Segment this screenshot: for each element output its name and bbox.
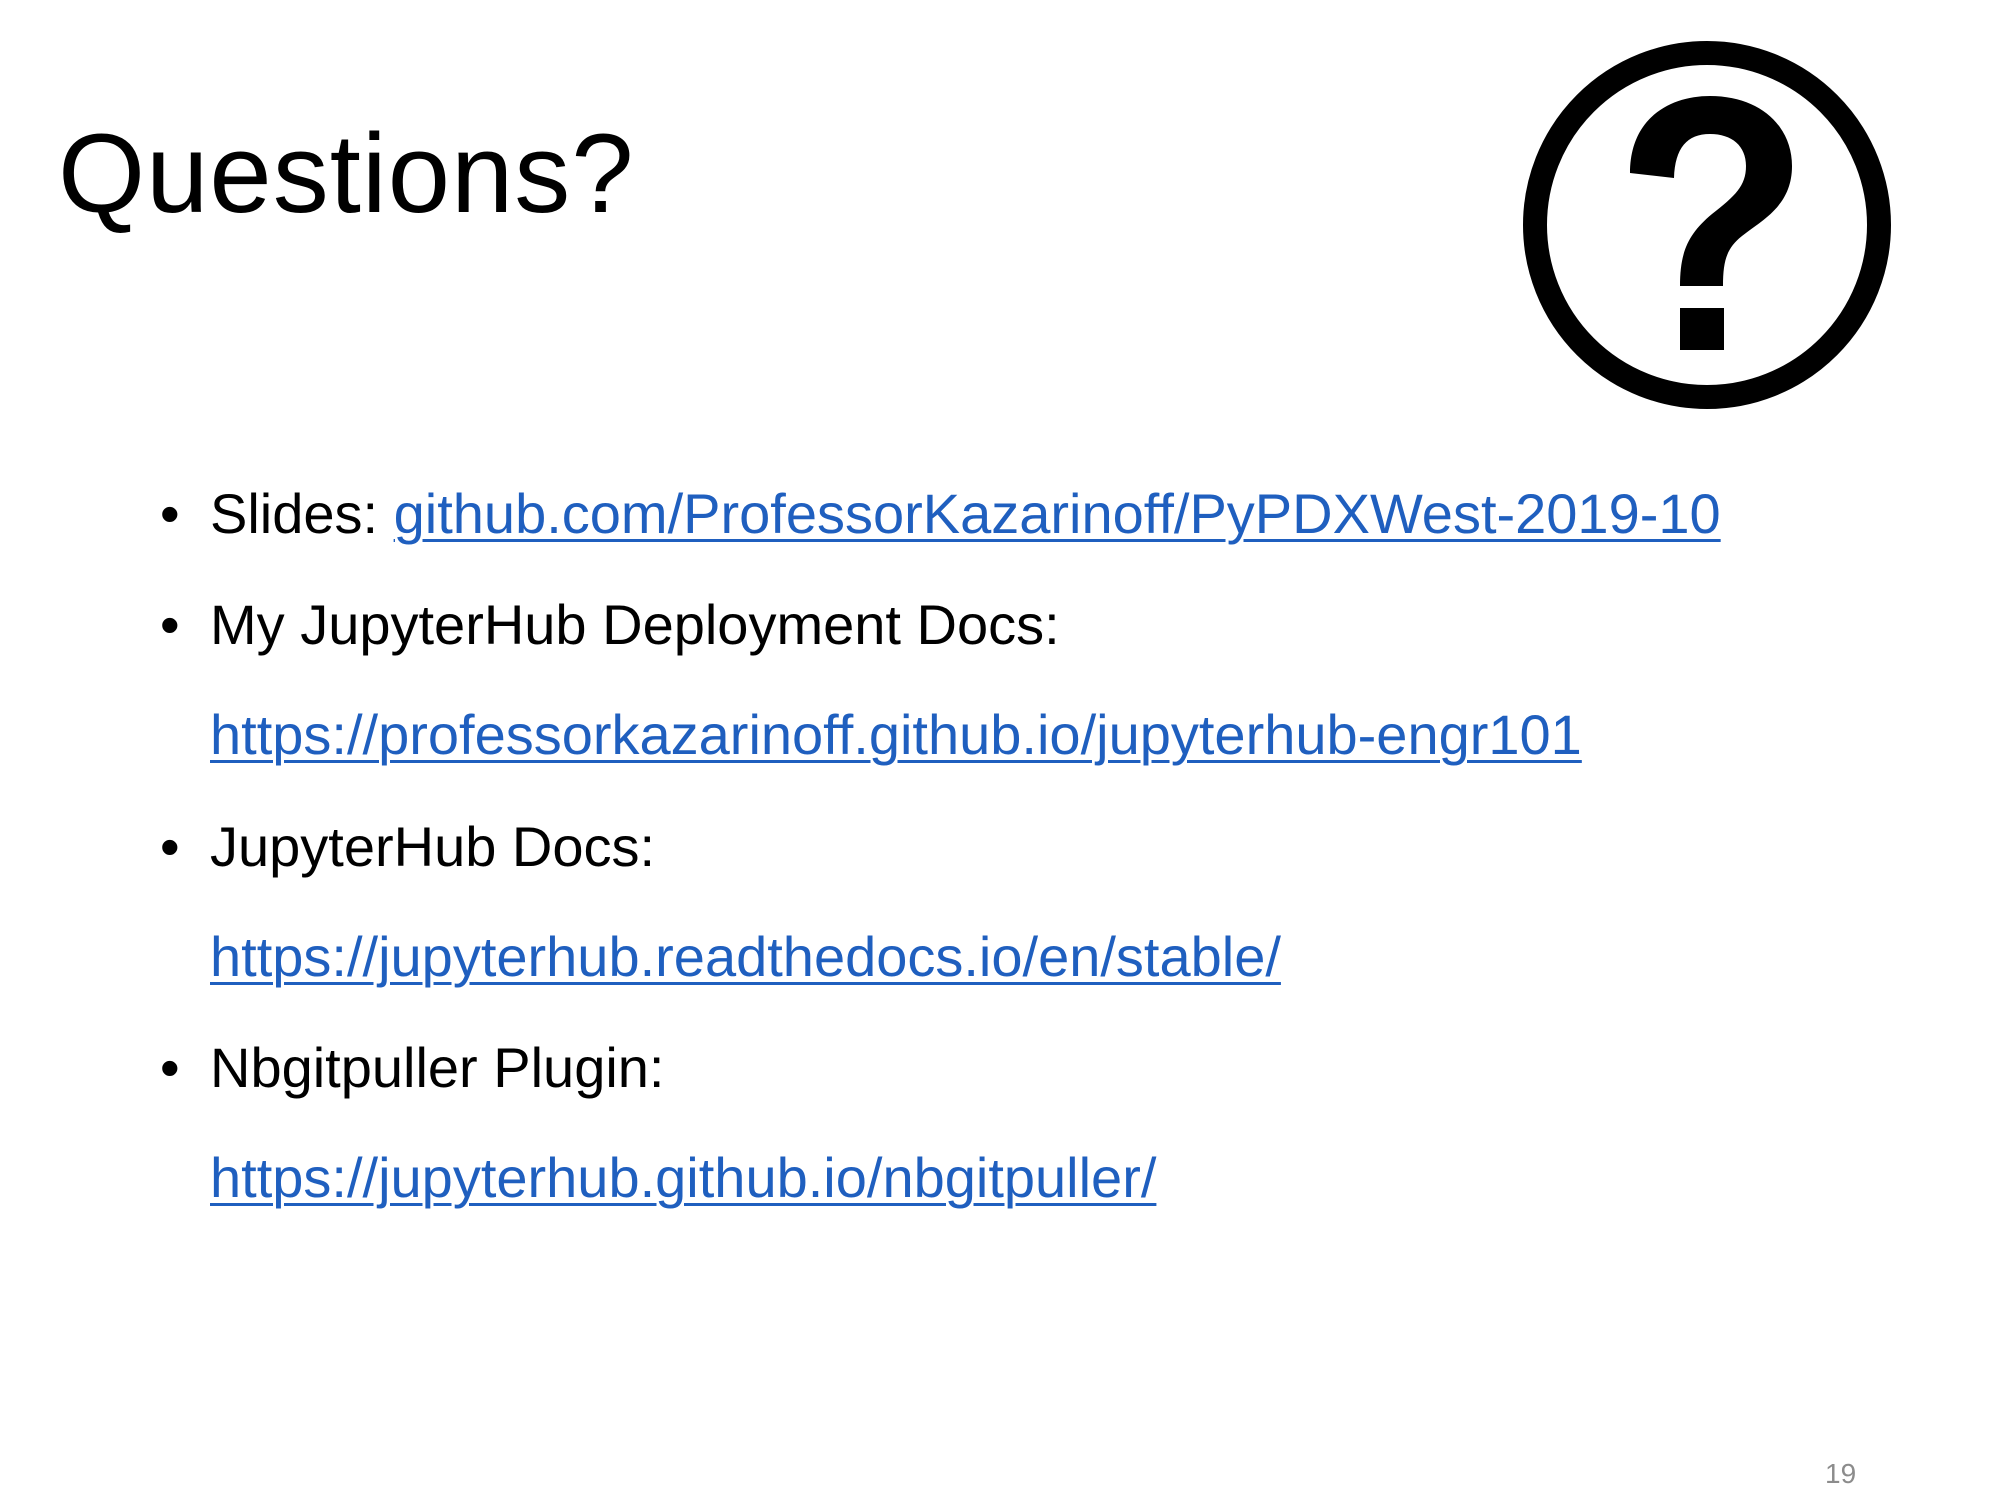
bullet-label: Nbgitpuller Plugin: [210, 1035, 665, 1099]
bullet-dot-icon: • [160, 593, 180, 657]
bullet-label: JupyterHub Docs: [210, 814, 656, 878]
bullet-line: Slides: github.com/ProfessorKazarinoff/P… [210, 480, 1940, 547]
bullet-slides: • Slides: github.com/ProfessorKazarinoff… [160, 480, 1940, 547]
bullet-jupyterhub-docs: • JupyterHub Docs: https://jupyterhub.re… [160, 813, 1940, 990]
page-number: 19 [1825, 1458, 1857, 1489]
nbgitpuller-link[interactable]: https://jupyterhub.github.io/nbgitpuller… [210, 1146, 1156, 1209]
deployment-docs-link[interactable]: https://professorkazarinoff.github.io/ju… [210, 703, 1582, 766]
bullet-label: My JupyterHub Deployment Docs: [210, 593, 1060, 657]
jupyterhub-docs-link[interactable]: https://jupyterhub.readthedocs.io/en/sta… [210, 925, 1281, 988]
bullet-nbgitpuller: • Nbgitpuller Plugin: https://jupyterhub… [160, 1034, 1940, 1211]
question-circle-icon [1523, 41, 1891, 409]
slides-link[interactable]: github.com/ProfessorKazarinoff/PyPDXWest… [394, 482, 1721, 545]
bullet-dot-icon: • [160, 482, 180, 545]
bullet-dot-icon: • [160, 814, 180, 878]
slide-title: Questions? [58, 111, 635, 236]
bullet-dot-icon: • [160, 1035, 180, 1099]
bullet-deployment-docs: • My JupyterHub Deployment Docs: https:/… [160, 591, 1940, 768]
bullet-list: • Slides: github.com/ProfessorKazarinoff… [160, 480, 1940, 1255]
bullet-label: Slides: [210, 482, 394, 545]
slide: Questions? • Slides: github.com/Professo… [0, 0, 2000, 1500]
